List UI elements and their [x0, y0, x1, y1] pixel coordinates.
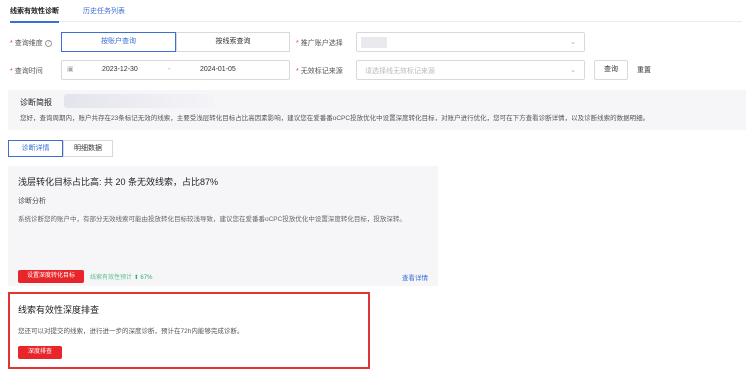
dimension-label: * 查询维度?	[10, 38, 52, 48]
account-select[interactable]: ⌄	[356, 32, 585, 52]
arrow-up-icon: ⬆	[133, 275, 139, 281]
brief-text: 您好，查询周期内，账户共存在23条标记无效的线索，主要受浅层转化目标占比高因素影…	[20, 115, 650, 122]
analysis-heading: 诊断分析	[18, 198, 46, 205]
diagnosis-brief-panel: 诊断简报 您好，查询周期内，账户共存在23条标记无效的线索，主要受浅层转化目标占…	[8, 90, 746, 130]
question-icon[interactable]: ?	[44, 39, 52, 47]
chevron-down-icon: ⌄	[570, 39, 576, 46]
date-start[interactable]: 2023-12-30	[102, 66, 138, 73]
time-label: * 查询时间	[10, 68, 43, 75]
date-range-picker[interactable]: ▣ 2023-12-30 - 2024-01-05	[61, 60, 290, 80]
date-separator: -	[168, 66, 171, 73]
subtab-diagnosis-details[interactable]: 诊断详情	[8, 140, 63, 157]
card-title: 线索有效性深度排查	[18, 305, 100, 315]
deep-investigation-card: 线索有效性深度排查 您还可以对提交的线索，进行进一步的深度诊断，预计在72h内能…	[8, 292, 370, 369]
account-select-value	[361, 37, 387, 48]
reset-button[interactable]: 重置	[634, 65, 654, 75]
view-details-link[interactable]: 查看详情	[402, 272, 428, 282]
brief-title: 诊断简报	[20, 98, 52, 107]
source-label: * 无效标记来源	[296, 68, 343, 75]
query-button[interactable]: 查询	[594, 60, 628, 80]
account-label: * 推广账户选择	[296, 40, 343, 47]
card-text: 您还可以对提交的线索，进行进一步的深度诊断，预计在72h内能够完成诊断。	[18, 328, 244, 335]
set-deep-conversion-button[interactable]: 设置深度转化目标	[18, 270, 84, 283]
subtab-detail-data[interactable]: 明细数据	[63, 140, 113, 157]
redacted-account-info	[64, 94, 214, 108]
date-end[interactable]: 2024-01-05	[200, 66, 236, 73]
validity-metric: 线索有效性预计 ⬆ 67%	[90, 275, 153, 281]
chevron-down-icon: ⌄	[570, 67, 576, 74]
deep-investigation-button[interactable]: 深度排查	[18, 346, 62, 359]
tab-lead-diagnosis[interactable]: 线索有效性诊断	[10, 6, 59, 23]
tab-history-tasks[interactable]: 历史任务列表	[83, 6, 125, 16]
shallow-conversion-card: 浅层转化目标占比高: 共 20 条无效线索，占比87% 诊断分析 系统诊断您的账…	[8, 166, 438, 286]
query-by-account-option[interactable]: 按账户查询	[61, 32, 176, 52]
source-placeholder: 请选择线无效标记来源	[365, 68, 435, 75]
top-tabs: 线索有效性诊断 历史任务列表	[10, 0, 742, 23]
calendar-icon: ▣	[67, 66, 74, 73]
source-select[interactable]: 请选择线无效标记来源 ⌄	[356, 60, 585, 80]
analysis-text: 系统诊断您的账户中，有部分无效线索可能由投放转化目标较浅导致，建议您在爱番番oC…	[18, 216, 406, 223]
query-by-lead-option[interactable]: 按线索查询	[176, 32, 290, 52]
card-title: 浅层转化目标占比高: 共 20 条无效线索，占比87%	[18, 177, 219, 187]
